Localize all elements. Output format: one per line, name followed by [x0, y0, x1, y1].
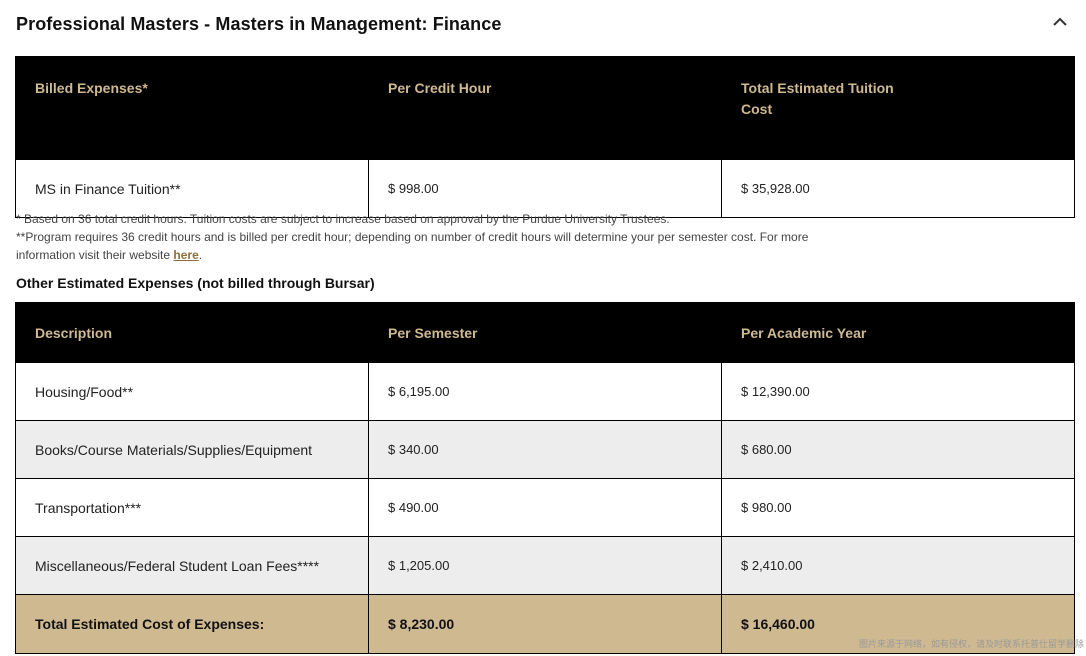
table-cell: $ 12,390.00: [721, 362, 1075, 421]
table-cell: $ 1,205.00: [368, 536, 722, 595]
table-header-row: Description Per Semester Per Academic Ye…: [15, 302, 1075, 363]
tuition-table: Billed Expenses* Per Credit Hour Total E…: [15, 56, 1075, 218]
footnotes: * Based on 36 total credit hours. Tuitio…: [16, 210, 836, 264]
other-expenses-table: Description Per Semester Per Academic Ye…: [15, 302, 1075, 654]
table-row: MS in Finance Tuition** $ 998.00 $ 35,92…: [15, 159, 1075, 218]
table-cell: $ 6,195.00: [368, 362, 722, 421]
table-row: Miscellaneous/Federal Student Loan Fees*…: [15, 536, 1075, 595]
page-title: Professional Masters - Masters in Manage…: [16, 14, 502, 34]
table-cell: $ 35,928.00: [721, 159, 1075, 218]
table-header-row: Billed Expenses* Per Credit Hour Total E…: [15, 56, 1075, 160]
table-cell: $ 998.00: [368, 159, 722, 218]
table-cell: $ 340.00: [368, 420, 722, 479]
watermark: 图片来源于网络，如有侵权，请及时联系托普仕留学删除: [858, 639, 1084, 649]
column-header: Per Credit Hour: [368, 56, 722, 160]
table-row: Housing/Food** $ 6,195.00 $ 12,390.00: [15, 362, 1075, 421]
table-cell: Transportation***: [15, 478, 369, 537]
section-header: Professional Masters - Masters in Manage…: [16, 14, 1070, 40]
table-cell: $ 680.00: [721, 420, 1075, 479]
table-cell: $ 2,410.00: [721, 536, 1075, 595]
column-header: Description: [15, 302, 369, 363]
table-row: Transportation*** $ 490.00 $ 980.00: [15, 478, 1075, 537]
column-header: Total Estimated Tuition Cost: [721, 56, 1075, 160]
chevron-up-icon[interactable]: [1052, 14, 1068, 30]
table-cell: Books/Course Materials/Supplies/Equipmen…: [15, 420, 369, 479]
table-cell: $ 980.00: [721, 478, 1075, 537]
table-cell: Miscellaneous/Federal Student Loan Fees*…: [15, 536, 369, 595]
column-header: Per Semester: [368, 302, 722, 363]
footnote-2: **Program requires 36 credit hours and i…: [16, 228, 836, 264]
column-header: Billed Expenses*: [15, 56, 369, 160]
footnote-1: * Based on 36 total credit hours. Tuitio…: [16, 212, 670, 226]
column-header: Per Academic Year: [721, 302, 1075, 363]
total-label: Total Estimated Cost of Expenses:: [15, 594, 369, 654]
website-link[interactable]: here: [173, 248, 198, 262]
footnote-2-text: **Program requires 36 credit hours and i…: [16, 230, 809, 262]
table-row: Books/Course Materials/Supplies/Equipmen…: [15, 420, 1075, 479]
table-cell: $ 490.00: [368, 478, 722, 537]
footnote-2-suffix: .: [198, 248, 203, 262]
total-per-semester: $ 8,230.00: [368, 594, 722, 654]
table-cell: MS in Finance Tuition**: [15, 159, 369, 218]
other-expenses-title: Other Estimated Expenses (not billed thr…: [16, 275, 375, 291]
table-cell: Housing/Food**: [15, 362, 369, 421]
